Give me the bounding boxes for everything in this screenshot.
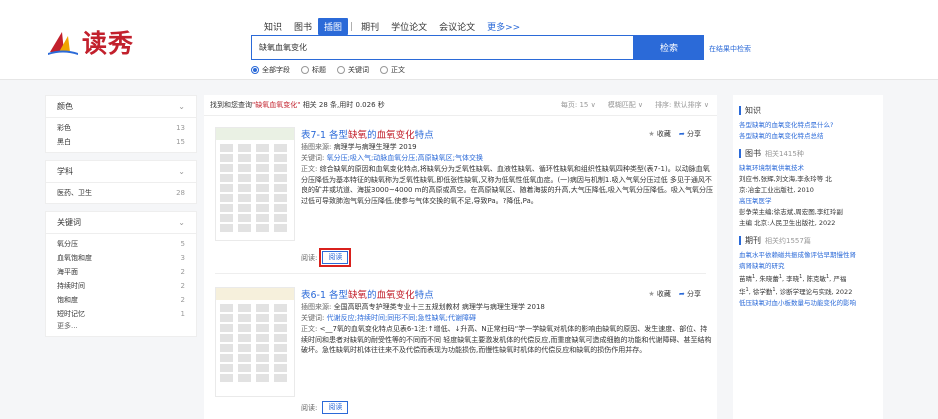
result-body: 正文: <__7氧的血氧变化特点见表6-1注:↑增低、↓升高、N正常扫码“学一学… (301, 325, 712, 354)
match-mode-select[interactable]: 模糊匹配 ∨ (608, 100, 643, 110)
star-icon: ★ (648, 290, 655, 298)
result-keywords: 关键词: 氧分压;吸入气;动脉血氧分压;高原缺氧区;气体交换 (301, 154, 484, 162)
facet-header[interactable]: 颜色 ⌄ (46, 96, 196, 118)
result-actions: ★ 收藏 ➦ 分享 (648, 289, 701, 299)
related-books: 图书 相关1415种 缺氧环境制氧供氧技术 刘应书,张辉,刘文海,李永玲等 北 京… (739, 148, 877, 229)
facet-header[interactable]: 学科 ⌄ (46, 161, 196, 183)
related-link[interactable]: 各型缺氧的血氧变化特点总结 (739, 131, 877, 142)
radio-keyword[interactable]: 关键词 (337, 65, 369, 75)
result-source: 插图来源: 全国高职高专护理类专业十三五规划教材 病理学与病理生理学 2018 (301, 303, 545, 311)
facet-item[interactable]: 黑白 15 (46, 135, 196, 149)
journal-title-link[interactable]: 血氧水平依赖磁共振成像评估早期慢性肾 (739, 250, 877, 261)
result-count: 找到和您查询"缺氧血氧变化" 相关 28 条,用时 0.026 秒 (210, 101, 385, 109)
journal-title-link[interactable]: 低压缺氧对血小板数量与功能变化的影响 (739, 298, 877, 309)
nav-tabs: 知识 图书 插图 | 期刊 学位论文 会议论文 更多>> (258, 18, 526, 35)
logo-mark-icon (48, 28, 78, 56)
facet-more-link[interactable]: 更多... (46, 321, 196, 333)
facet-subject: 学科 ⌄ 医药、卫生 28 (45, 160, 197, 204)
facet-item[interactable]: 医药、卫生 28 (46, 186, 196, 200)
logo[interactable]: 读秀 (48, 26, 134, 58)
tab-more[interactable]: 更多>> (481, 18, 526, 35)
radio-dot-icon (301, 66, 309, 74)
share-icon: ➦ (678, 130, 685, 138)
radio-dot-icon (251, 66, 259, 74)
book-title-link[interactable]: 缺氧环境制氧供氧技术 (739, 163, 877, 174)
radio-body[interactable]: 正文 (380, 65, 405, 75)
book-title-link[interactable]: 高压氧医学 (739, 196, 877, 207)
facet-item[interactable]: 彩色 13 (46, 121, 196, 135)
facet-item[interactable]: 持续时间 2 (46, 279, 196, 293)
facet-color: 颜色 ⌄ 彩色 13 黑白 15 (45, 95, 197, 153)
related-journals: 期刊 相关约1557篇 血氧水平依赖磁共振成像评估早期慢性肾 病肾缺氧的研究 苗晴… (739, 235, 877, 309)
star-icon: ★ (648, 130, 655, 138)
result-keywords: 关键词: 代谢反应;持续时间;同形不同;急性缺氧;代谢障碍 (301, 314, 477, 322)
related-link[interactable]: 各型缺氧的血氧变化特点是什么? (739, 120, 877, 131)
result-source: 插图来源: 病理学与病理生理学 2019 (301, 143, 417, 151)
facet-item[interactable]: 血氧饱和度 3 (46, 251, 196, 265)
result-actions: ★ 收藏 ➦ 分享 (648, 129, 701, 139)
facet-panel: 颜色 ⌄ 彩色 13 黑白 15 学科 ⌄ 医药、卫生 28 关键词 ⌄ 氧分压… (45, 95, 197, 344)
radio-dot-icon (337, 66, 345, 74)
tab-books[interactable]: 图书 (288, 18, 318, 35)
result-thumbnail[interactable] (215, 287, 295, 397)
facet-item[interactable]: 饱和度 2 (46, 293, 196, 307)
result-summary-bar: 找到和您查询"缺氧血氧变化" 相关 28 条,用时 0.026 秒 每页: 15… (204, 95, 717, 116)
collect-button[interactable]: ★ 收藏 (648, 129, 671, 139)
search-input[interactable]: 缺氧血氧变化 (251, 35, 634, 60)
tab-illustrations[interactable]: 插图 (318, 18, 349, 35)
result-item: 表7-1 各型缺氧的血氧变化特点 ★ 收藏 ➦ 分享 插图来源: 病理学与病理生… (204, 121, 717, 271)
read-row: 阅读: 阅读 (301, 401, 349, 414)
search-button[interactable]: 检索 (634, 35, 704, 60)
tab-theses[interactable]: 学位论文 (385, 18, 433, 35)
radio-all-fields[interactable]: 全部字段 (251, 65, 290, 75)
chevron-down-icon: ⌄ (178, 167, 185, 176)
read-button[interactable]: 阅读 (322, 401, 349, 414)
search-within-link[interactable]: 在结果中检索 (709, 44, 751, 54)
collect-button[interactable]: ★ 收藏 (648, 289, 671, 299)
sort-select[interactable]: 排序: 默认排序 ∨ (655, 100, 709, 110)
results-panel: 找到和您查询"缺氧血氧变化" 相关 28 条,用时 0.026 秒 每页: 15… (204, 95, 717, 419)
radio-title[interactable]: 标题 (301, 65, 326, 75)
result-title[interactable]: 表7-1 各型缺氧的血氧变化特点 (301, 127, 434, 141)
related-sidebar: 知识 各型缺氧的血氧变化特点是什么? 各型缺氧的血氧变化特点总结 图书 相关141… (733, 95, 883, 419)
share-button[interactable]: ➦ 分享 (679, 129, 701, 139)
share-button[interactable]: ➦ 分享 (679, 289, 701, 299)
facet-item[interactable]: 海平面 2 (46, 265, 196, 279)
result-thumbnail[interactable] (215, 127, 295, 241)
divider (215, 273, 706, 274)
radio-dot-icon (380, 66, 388, 74)
logo-text: 读秀 (82, 29, 135, 58)
scope-radio-group: 全部字段 标题 关键词 正文 (251, 65, 405, 75)
tab-journals[interactable]: 期刊 (355, 18, 385, 35)
result-body: 正文: 综合缺氧的原因和血氧变化特点,将缺氧分为乏氧性缺氧、血液性缺氧、循环性缺… (301, 165, 713, 205)
header: 读秀 知识 图书 插图 | 期刊 学位论文 会议论文 更多>> 缺氧血氧变化 检… (0, 0, 938, 80)
facet-header[interactable]: 关键词 ⌄ (46, 212, 196, 234)
tab-conferences[interactable]: 会议论文 (433, 18, 481, 35)
result-title[interactable]: 表6-1 各型缺氧的血氧变化特点 (301, 287, 434, 301)
nav-separator: | (350, 21, 354, 32)
tab-zhishi[interactable]: 知识 (258, 18, 288, 35)
facet-keyword: 关键词 ⌄ 氧分压 5 血氧饱和度 3 海平面 2 持续时间 2 饱和度 2 短… (45, 211, 197, 337)
facet-item[interactable]: 氧分压 5 (46, 237, 196, 251)
read-button[interactable]: 阅读 (319, 248, 352, 267)
related-knowledge: 知识 各型缺氧的血氧变化特点是什么? 各型缺氧的血氧变化特点总结 (739, 105, 877, 142)
read-row: 阅读: 阅读 (301, 248, 352, 267)
per-page-select[interactable]: 每页: 15 ∨ (561, 100, 596, 110)
chevron-down-icon: ⌄ (178, 218, 185, 227)
facet-item[interactable]: 短时记忆 1 (46, 307, 196, 321)
chevron-down-icon: ⌄ (178, 102, 185, 111)
journal-title-link[interactable]: 病肾缺氧的研究 (739, 261, 877, 272)
share-icon: ➦ (678, 290, 685, 298)
result-item: 表6-1 各型缺氧的血氧变化特点 ★ 收藏 ➦ 分享 插图来源: 全国高职高专护… (204, 281, 717, 419)
